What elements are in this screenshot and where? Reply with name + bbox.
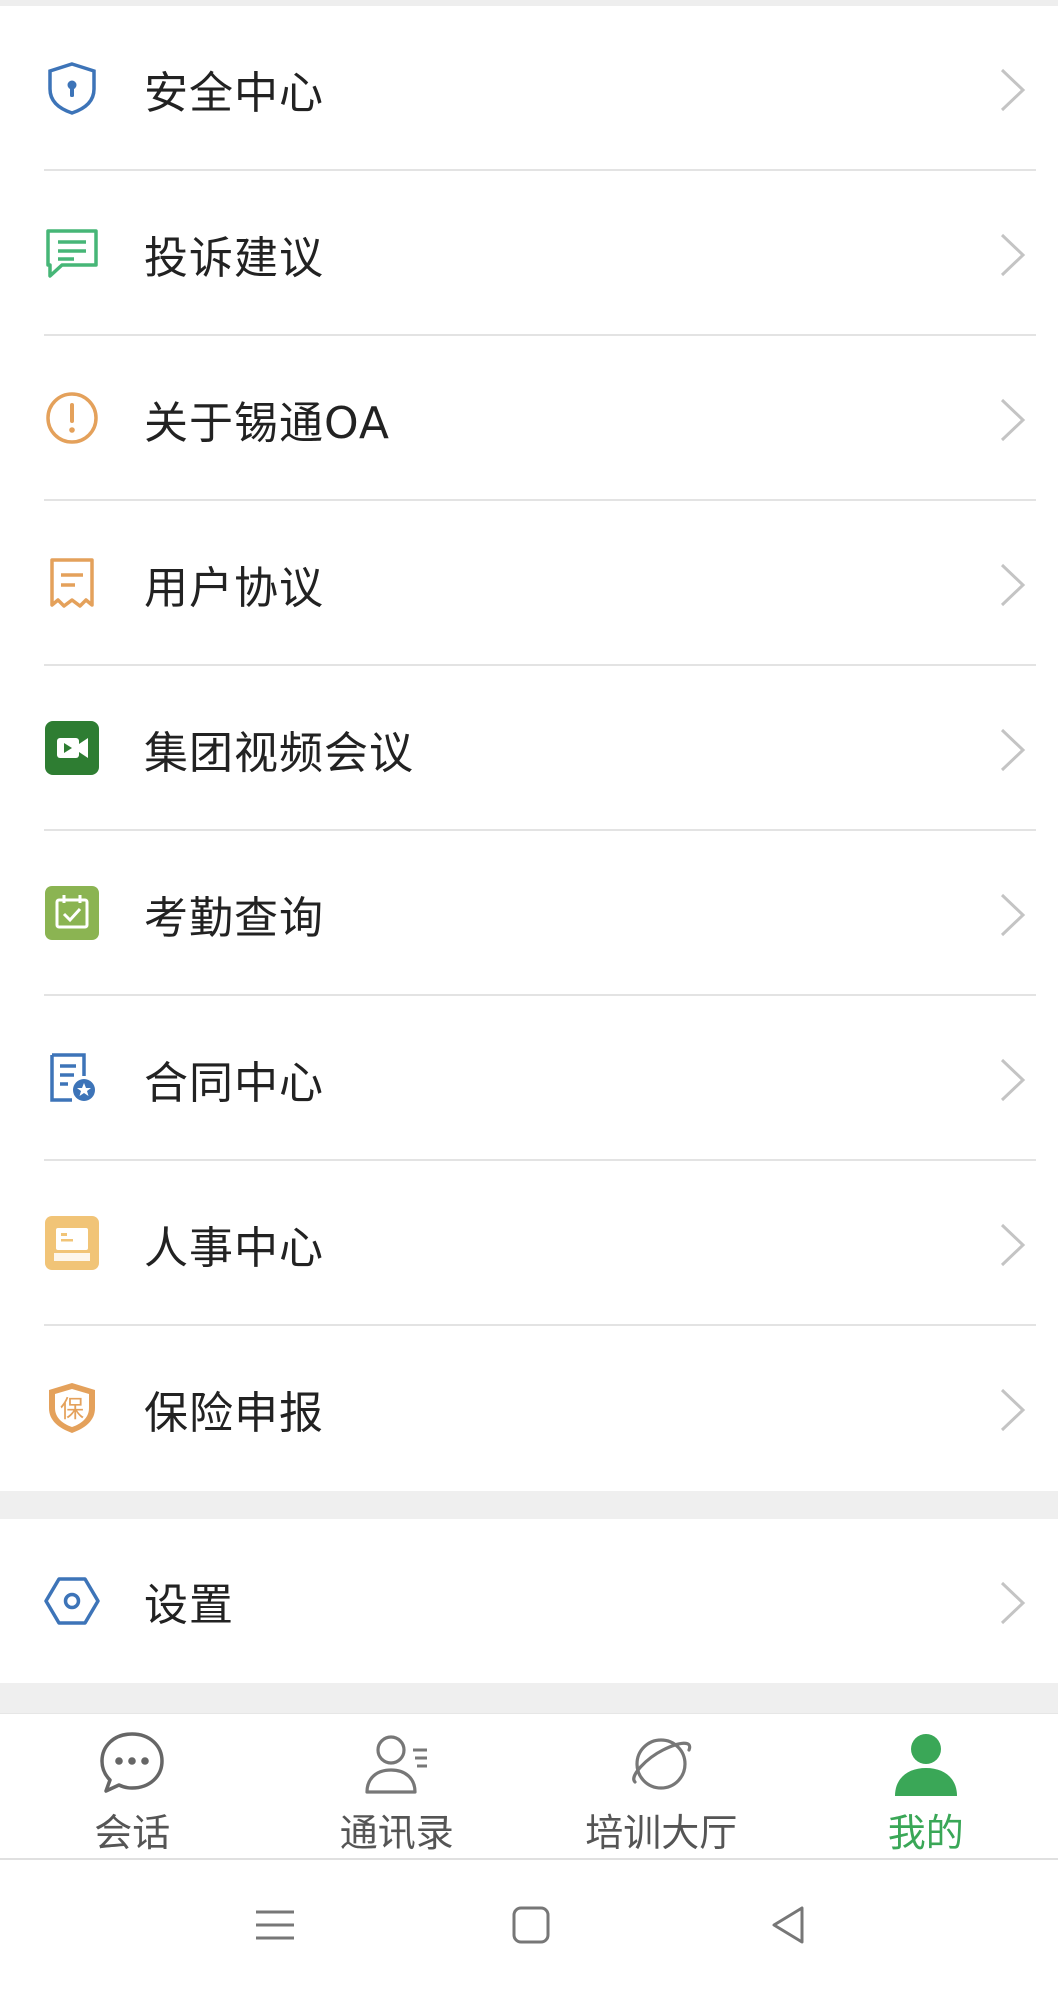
menu-item-label: 保险申报	[144, 1326, 324, 1491]
chat-bubble-icon	[96, 1728, 168, 1800]
menu-item-label: 投诉建议	[144, 171, 324, 336]
tab-label: 培训大厅	[529, 1802, 794, 1857]
chevron-right-icon	[996, 561, 1028, 609]
chevron-right-icon	[996, 1579, 1028, 1627]
tab-training-hall[interactable]: 培训大厅	[529, 1714, 794, 1859]
personnel-icon	[44, 1215, 100, 1271]
menu-icon[interactable]	[250, 1900, 300, 1950]
bottom-tab-bar: 会话 通讯录 培训大厅 我的	[0, 1713, 1058, 1859]
calendar-check-icon	[44, 885, 100, 941]
menu-item-label: 设置	[144, 1519, 234, 1683]
back-icon[interactable]	[764, 1900, 814, 1950]
person-icon	[890, 1728, 962, 1800]
home-icon[interactable]	[506, 1900, 556, 1950]
insurance-shield-icon: 保	[44, 1380, 100, 1436]
chevron-right-icon	[996, 891, 1028, 939]
section-gap	[0, 1491, 1058, 1519]
tab-label: 会话	[0, 1802, 265, 1857]
document-receipt-icon	[44, 555, 100, 611]
chevron-right-icon	[996, 396, 1028, 444]
shield-lock-icon	[44, 60, 100, 116]
menu-item-attendance[interactable]: 考勤查询	[0, 831, 1058, 996]
menu-item-about[interactable]: 关于锡通OA	[0, 336, 1058, 501]
menu-item-label: 安全中心	[144, 6, 324, 171]
tab-label: 我的	[794, 1802, 1058, 1857]
menu-item-label: 人事中心	[144, 1161, 324, 1326]
section-gap	[0, 1683, 1058, 1713]
tab-label: 通讯录	[265, 1802, 530, 1857]
menu-item-security-center[interactable]: 安全中心	[0, 6, 1058, 171]
chevron-right-icon	[996, 66, 1028, 114]
planet-icon	[625, 1728, 697, 1800]
svg-text:保: 保	[60, 1395, 84, 1423]
menu-item-feedback[interactable]: 投诉建议	[0, 171, 1058, 336]
menu-item-hr-center[interactable]: 人事中心	[0, 1161, 1058, 1326]
menu-list: 安全中心 投诉建议 关于锡通OA 用户协议 集团视频会议	[0, 6, 1058, 1491]
contract-document-icon	[44, 1050, 100, 1106]
settings-group: 设置	[0, 1519, 1058, 1683]
tab-contacts[interactable]: 通讯录	[265, 1714, 530, 1859]
menu-item-insurance[interactable]: 保 保险申报	[0, 1326, 1058, 1491]
settings-hexagon-icon	[44, 1573, 100, 1629]
contacts-icon	[361, 1728, 433, 1800]
menu-item-label: 合同中心	[144, 996, 324, 1161]
system-navigation-bar	[0, 1858, 1058, 1992]
menu-item-user-agreement[interactable]: 用户协议	[0, 501, 1058, 666]
chevron-right-icon	[996, 1386, 1028, 1434]
menu-item-settings[interactable]: 设置	[0, 1519, 1058, 1683]
menu-item-label: 集团视频会议	[144, 666, 414, 831]
menu-item-label: 用户协议	[144, 501, 324, 666]
info-exclamation-icon	[44, 390, 100, 446]
tab-me[interactable]: 我的	[794, 1714, 1058, 1859]
chevron-right-icon	[996, 1056, 1028, 1104]
menu-item-label: 关于锡通OA	[144, 336, 390, 501]
chevron-right-icon	[996, 1221, 1028, 1269]
menu-item-contract-center[interactable]: 合同中心	[0, 996, 1058, 1161]
video-camera-icon	[44, 720, 100, 776]
menu-item-label: 考勤查询	[144, 831, 324, 996]
chevron-right-icon	[996, 231, 1028, 279]
tab-chat[interactable]: 会话	[0, 1714, 265, 1859]
message-lines-icon	[44, 225, 100, 281]
chevron-right-icon	[996, 726, 1028, 774]
menu-item-video-conference[interactable]: 集团视频会议	[0, 666, 1058, 831]
